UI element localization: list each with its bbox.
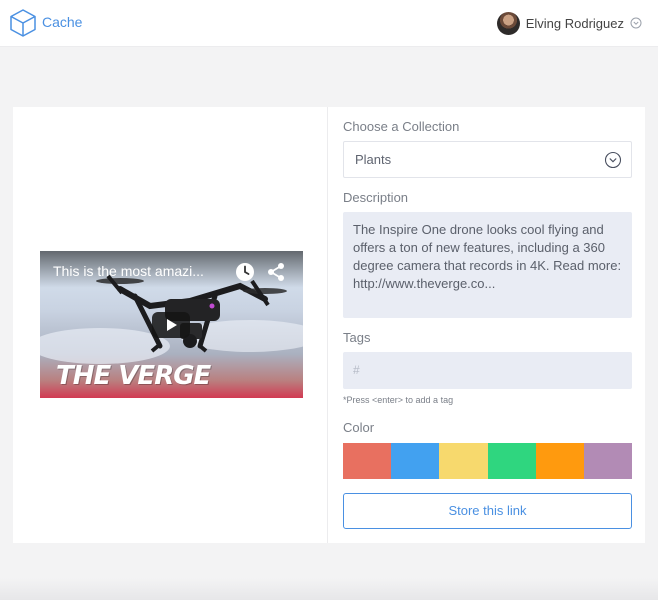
tags-placeholder: # <box>353 363 360 377</box>
the-verge-logo: THE VERGE <box>56 361 211 391</box>
avatar <box>496 11 520 35</box>
page-footer-shade <box>0 578 658 600</box>
user-menu[interactable]: Elving Rodriguez <box>496 11 642 35</box>
color-picker <box>343 443 633 479</box>
clock-icon[interactable] <box>235 262 255 282</box>
color-swatch-blue[interactable] <box>391 443 440 479</box>
color-swatch-green[interactable] <box>487 443 536 479</box>
color-swatch-red[interactable] <box>343 443 392 479</box>
play-icon[interactable] <box>152 312 190 338</box>
video-preview[interactable]: This is the most amazi... THE VERGE <box>40 251 303 398</box>
tags-hint: *Press <enter> to add a tag <box>343 395 454 405</box>
chevron-down-circle-icon <box>630 17 642 29</box>
description-label: Description <box>343 190 409 205</box>
top-bar: Cache Elving Rodriguez <box>0 0 658 47</box>
description-textarea[interactable]: The Inspire One drone looks cool flying … <box>343 212 632 318</box>
video-title: This is the most amazi... <box>53 263 204 279</box>
collection-label: Choose a Collection <box>343 119 460 134</box>
color-swatch-orange[interactable] <box>535 443 584 479</box>
share-icon[interactable] <box>266 262 286 282</box>
tags-label: Tags <box>343 330 371 345</box>
preview-pane: This is the most amazi... THE VERGE <box>13 107 328 543</box>
chevron-down-circle-icon <box>604 151 622 169</box>
save-link-card: This is the most amazi... THE VERGE Choo… <box>13 107 645 543</box>
tags-input[interactable]: # <box>343 352 632 389</box>
collection-value: Plants <box>355 152 392 167</box>
cube-icon[interactable] <box>8 8 38 38</box>
store-link-button[interactable]: Store this link <box>343 493 632 529</box>
collection-select[interactable]: Plants <box>343 141 632 178</box>
color-label: Color <box>343 420 375 435</box>
user-name: Elving Rodriguez <box>525 15 624 31</box>
color-swatch-yellow[interactable] <box>439 443 488 479</box>
brand-name[interactable]: Cache <box>42 14 82 30</box>
color-swatch-purple[interactable] <box>583 443 633 479</box>
